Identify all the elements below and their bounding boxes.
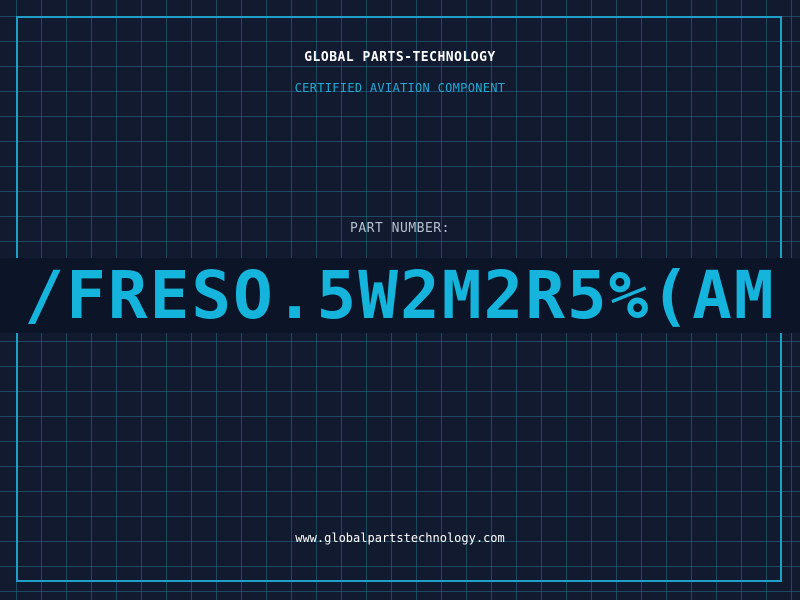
- part-number-label: PART NUMBER:: [350, 221, 450, 236]
- part-number-band: /FRESO.5W2M2R5%(AM: [0, 258, 800, 333]
- company-name: GLOBAL PARTS-TECHNOLOGY: [304, 50, 496, 65]
- website-url: www.globalpartstechnology.com: [295, 531, 505, 545]
- label-card: GLOBAL PARTS-TECHNOLOGY CERTIFIED AVIATI…: [0, 0, 800, 600]
- part-number-value: /FRESO.5W2M2R5%(AM: [24, 258, 776, 333]
- certification-subtitle: CERTIFIED AVIATION COMPONENT: [294, 81, 506, 95]
